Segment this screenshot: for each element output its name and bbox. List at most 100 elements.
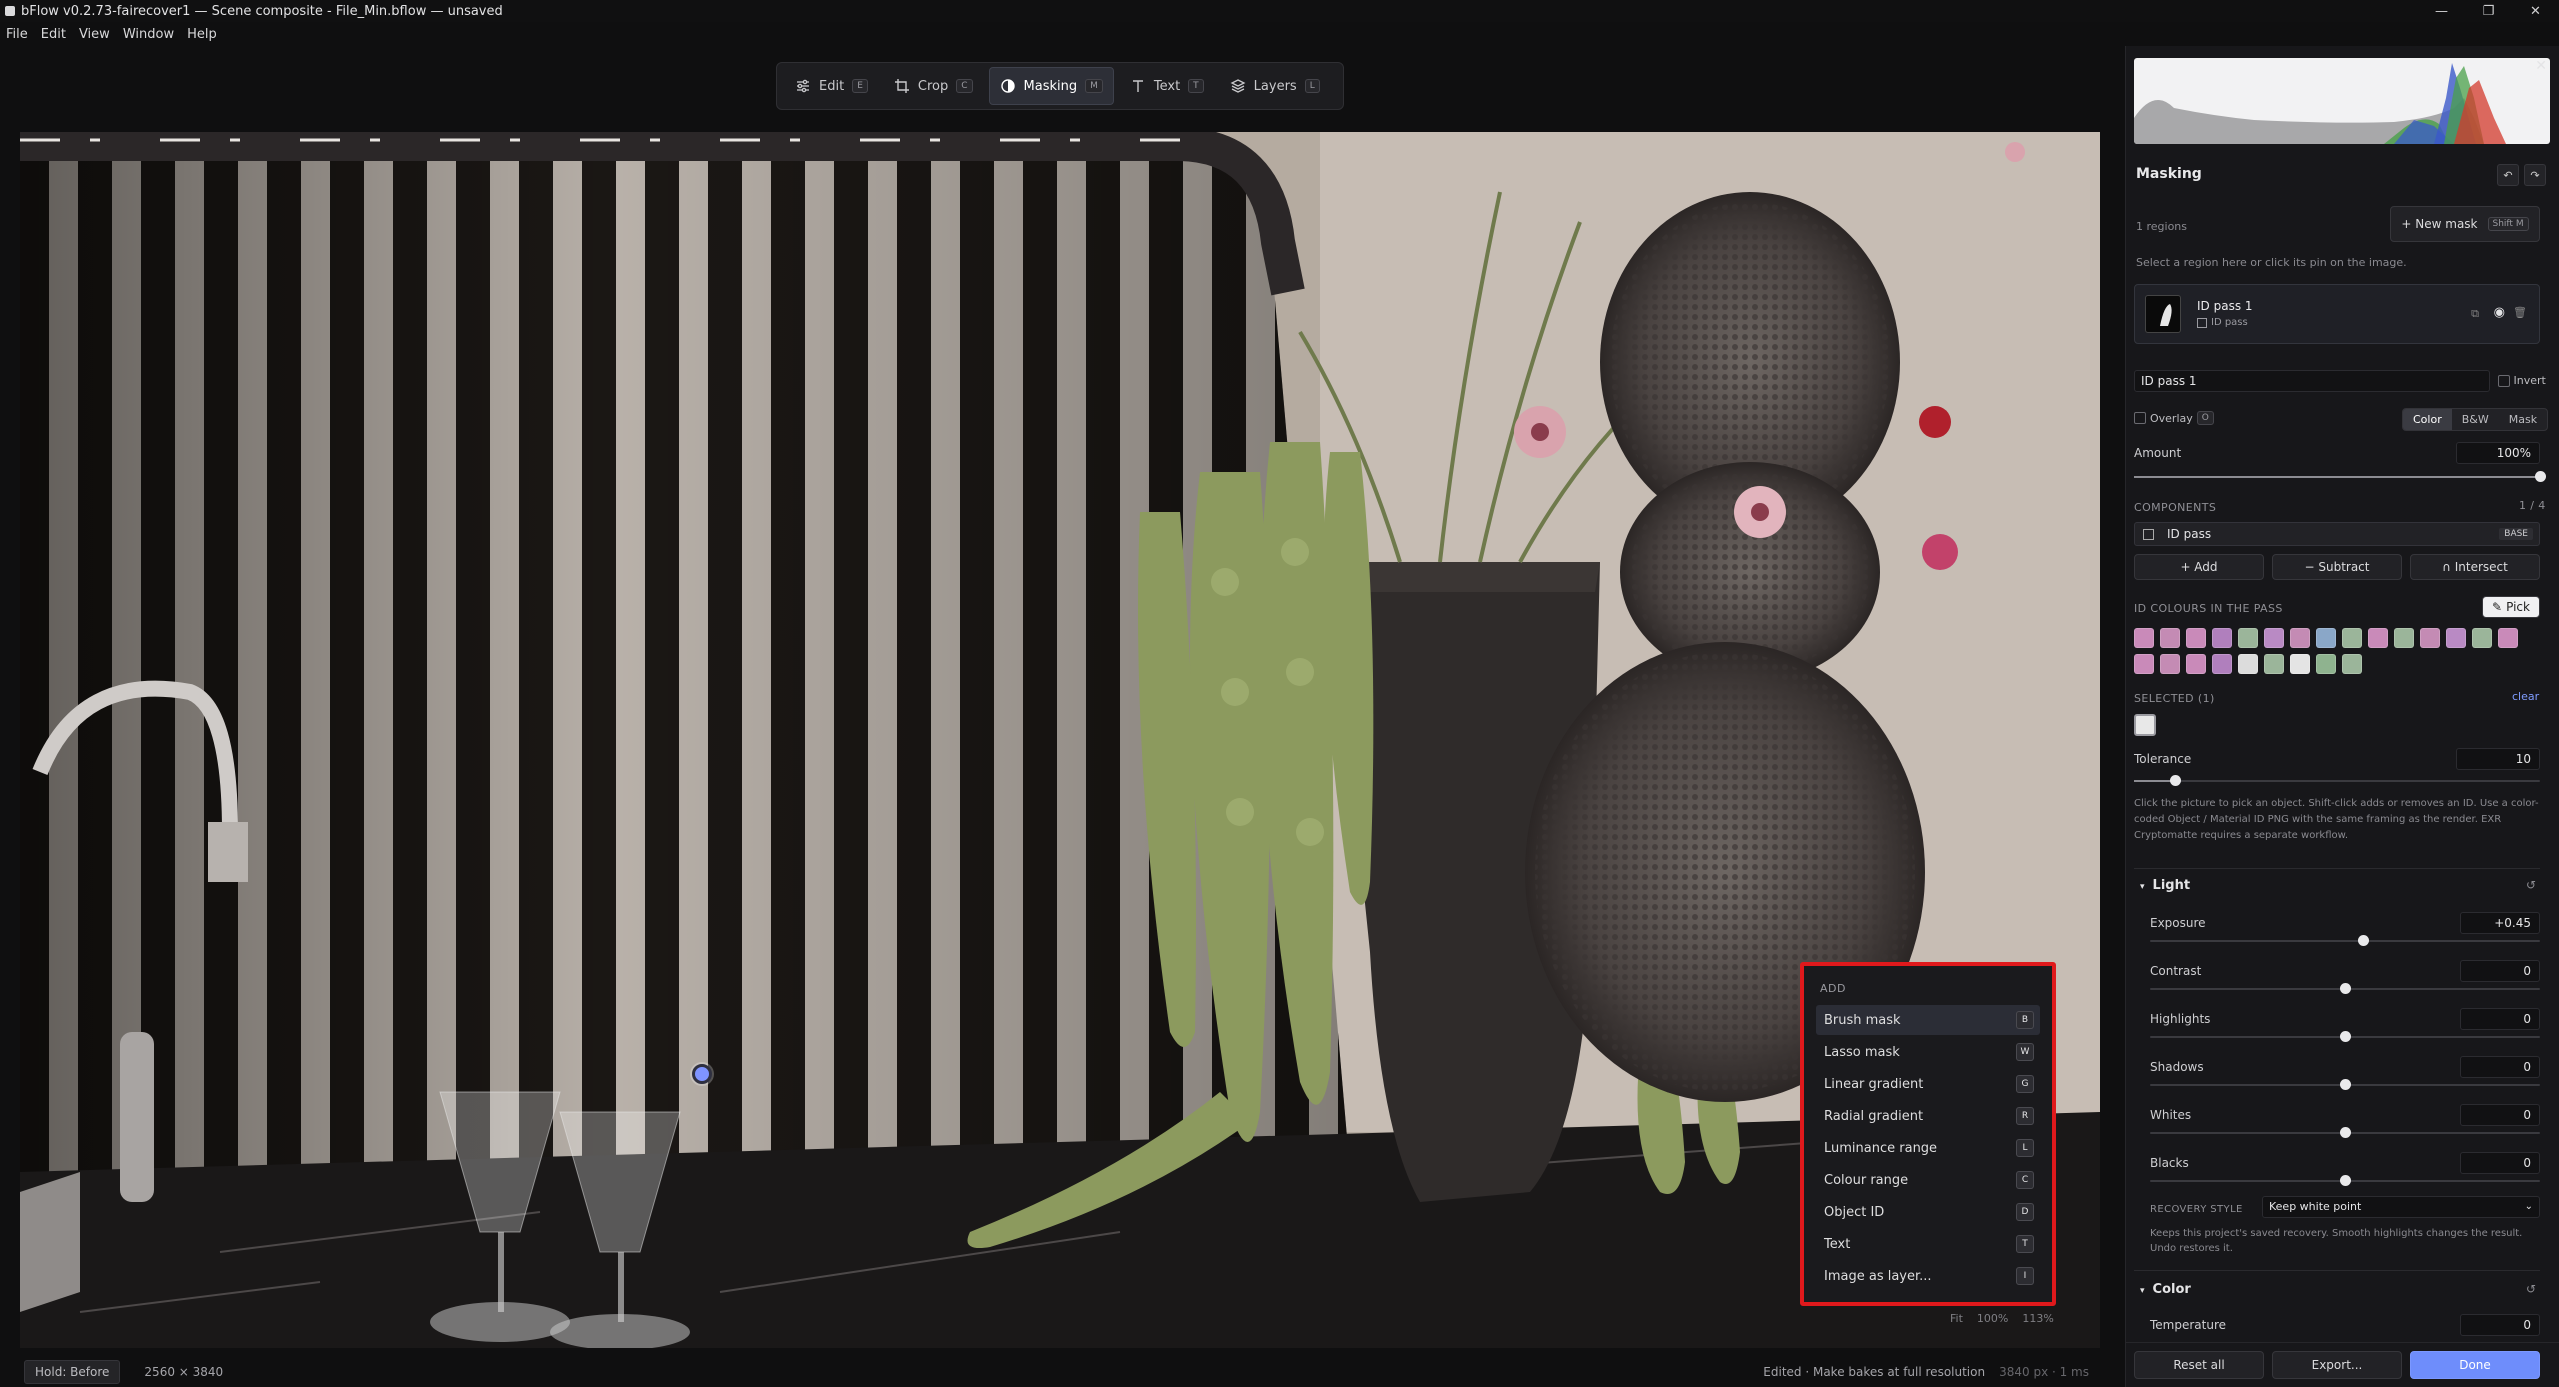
tool-edit[interactable]: Edit E	[785, 67, 878, 105]
mask-name-input[interactable]: ID pass 1	[2134, 370, 2490, 392]
shadows-knob[interactable]	[2340, 1079, 2351, 1090]
hold-before-button[interactable]: Hold: Before	[24, 1359, 121, 1384]
id-colour-swatch[interactable]	[2264, 654, 2284, 674]
mode-bw[interactable]: B&W	[2452, 409, 2499, 430]
minimize-button[interactable]: —	[2418, 0, 2465, 22]
redo-icon[interactable]: ↷	[2524, 164, 2546, 186]
contrast-value[interactable]: 0	[2460, 960, 2540, 982]
whites-slider[interactable]	[2150, 1127, 2540, 1138]
add-brush-mask[interactable]: Brush mask B	[1816, 1005, 2040, 1035]
add-text[interactable]: Text T	[1816, 1229, 2040, 1259]
recovery-style-select[interactable]: Keep white point ⌄	[2262, 1196, 2540, 1218]
menu-edit[interactable]: Edit	[41, 27, 66, 42]
amount-knob[interactable]	[2535, 471, 2546, 482]
zoom-fit[interactable]: Fit	[1950, 1312, 1963, 1325]
exposure-value[interactable]: +0.45	[2460, 912, 2540, 934]
amount-slider[interactable]	[2134, 471, 2546, 482]
id-colour-swatch[interactable]	[2238, 628, 2258, 648]
export-button[interactable]: Export...	[2272, 1351, 2402, 1379]
tool-crop[interactable]: Crop C	[884, 67, 983, 105]
duplicate-icon[interactable]: ⧉	[2471, 307, 2479, 321]
maximize-button[interactable]: ❐	[2465, 0, 2512, 22]
new-mask-button[interactable]: + New mask Shift M	[2390, 206, 2540, 242]
id-colour-swatch[interactable]	[2212, 628, 2232, 648]
id-colour-swatch[interactable]	[2290, 628, 2310, 648]
mode-color[interactable]: Color	[2403, 409, 2452, 430]
menu-file[interactable]: File	[6, 27, 28, 42]
id-colour-swatch[interactable]	[2316, 628, 2336, 648]
id-colour-swatch[interactable]	[2186, 628, 2206, 648]
id-colour-swatch[interactable]	[2212, 654, 2232, 674]
add-object-id[interactable]: Object ID D	[1816, 1197, 2040, 1227]
temperature-value[interactable]: 0	[2460, 1314, 2540, 1336]
reset-all-button[interactable]: Reset all	[2134, 1351, 2264, 1379]
blacks-slider[interactable]	[2150, 1175, 2540, 1186]
tolerance-value[interactable]: 10	[2456, 748, 2540, 770]
image-canvas[interactable]	[20, 132, 2100, 1348]
menu-help[interactable]: Help	[187, 27, 217, 42]
id-colour-swatch[interactable]	[2498, 628, 2518, 648]
pick-button[interactable]: ✎ Pick	[2482, 596, 2540, 618]
id-colour-swatch[interactable]	[2342, 654, 2362, 674]
light-section-header[interactable]: ▾ Light	[2140, 878, 2190, 893]
mask-item-id-pass-1[interactable]: ID pass 1 ID pass ⧉ ◉ 🗑	[2134, 284, 2540, 344]
add-lasso-mask[interactable]: Lasso mask W	[1816, 1037, 2040, 1067]
id-colour-swatch[interactable]	[2342, 628, 2362, 648]
tolerance-knob[interactable]	[2169, 775, 2181, 786]
id-colour-swatch[interactable]	[2134, 628, 2154, 648]
close-button[interactable]: ✕	[2512, 0, 2559, 22]
id-colour-swatch[interactable]	[2290, 654, 2310, 674]
zoom-113[interactable]: 113%	[2022, 1312, 2053, 1325]
color-section-header[interactable]: ▾ Color	[2140, 1282, 2191, 1297]
add-linear-gradient[interactable]: Linear gradient G	[1816, 1069, 2040, 1099]
contrast-slider[interactable]	[2150, 983, 2540, 994]
component-id-pass[interactable]: ID pass BASE	[2134, 522, 2540, 546]
trash-icon[interactable]: 🗑	[2513, 306, 2527, 319]
shadows-slider[interactable]	[2150, 1079, 2540, 1090]
histogram-close-icon[interactable]: ✕	[2535, 58, 2547, 74]
overlay-checkbox[interactable]: Overlay O	[2134, 411, 2214, 425]
menu-window[interactable]: Window	[123, 27, 174, 42]
id-colour-swatch[interactable]	[2186, 654, 2206, 674]
exposure-knob[interactable]	[2357, 935, 2369, 946]
whites-value[interactable]: 0	[2460, 1104, 2540, 1126]
invert-checkbox[interactable]: Invert	[2498, 374, 2546, 387]
add-component-button[interactable]: + Add	[2134, 554, 2264, 580]
id-colour-swatch[interactable]	[2160, 628, 2180, 648]
id-colour-swatch[interactable]	[2264, 628, 2284, 648]
highlights-knob[interactable]	[2340, 1031, 2351, 1042]
subtract-component-button[interactable]: − Subtract	[2272, 554, 2402, 580]
id-colour-swatch[interactable]	[2316, 654, 2336, 674]
tool-masking[interactable]: Masking M	[988, 67, 1114, 105]
id-colour-swatch[interactable]	[2394, 628, 2414, 648]
id-colour-swatch[interactable]	[2160, 654, 2180, 674]
menu-view[interactable]: View	[79, 27, 110, 42]
highlights-slider[interactable]	[2150, 1031, 2540, 1042]
id-colour-swatch[interactable]	[2134, 654, 2154, 674]
tool-text[interactable]: Text T	[1120, 67, 1214, 105]
exposure-slider[interactable]	[2150, 935, 2540, 946]
selected-id-swatch[interactable]	[2134, 714, 2156, 736]
blacks-knob[interactable]	[2340, 1175, 2351, 1186]
undo-icon[interactable]: ↶	[2497, 164, 2519, 186]
blacks-value[interactable]: 0	[2460, 1152, 2540, 1174]
done-button[interactable]: Done	[2410, 1351, 2540, 1379]
contrast-knob[interactable]	[2340, 983, 2351, 994]
tool-layers[interactable]: Layers L	[1220, 67, 1330, 105]
amount-value[interactable]: 100%	[2456, 442, 2540, 464]
clear-link[interactable]: clear	[2512, 690, 2539, 703]
tolerance-slider[interactable]	[2134, 775, 2540, 786]
id-colour-swatch[interactable]	[2446, 628, 2466, 648]
shadows-value[interactable]: 0	[2460, 1056, 2540, 1078]
whites-knob[interactable]	[2340, 1127, 2351, 1138]
mask-pin[interactable]	[692, 1064, 712, 1084]
intersect-component-button[interactable]: ∩ Intersect	[2410, 554, 2540, 580]
color-reset-icon[interactable]: ↺	[2526, 1282, 2536, 1296]
id-colour-swatch[interactable]	[2472, 628, 2492, 648]
eye-icon[interactable]: ◉	[2494, 305, 2505, 320]
add-image-as-layer[interactable]: Image as layer... I	[1816, 1261, 2040, 1291]
id-colour-swatch[interactable]	[2420, 628, 2440, 648]
add-radial-gradient[interactable]: Radial gradient R	[1816, 1101, 2040, 1131]
id-colour-swatch[interactable]	[2238, 654, 2258, 674]
id-colour-swatch[interactable]	[2368, 628, 2388, 648]
